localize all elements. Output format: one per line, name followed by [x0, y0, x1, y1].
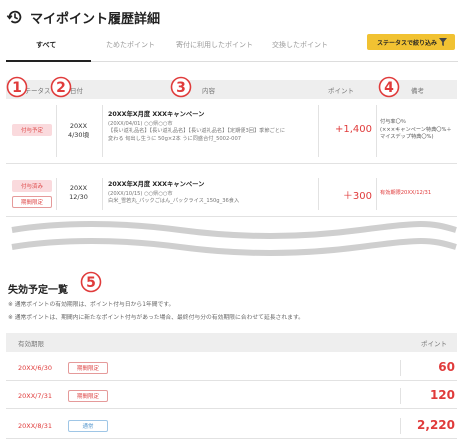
type-badge: 通常: [68, 420, 108, 432]
filter-button-label: ステータスで絞り込み: [377, 39, 438, 47]
col-exp-points: ポイント: [421, 340, 447, 348]
history-row: 付与済み 期間限定 20XX 12/30 20XX年X月度 XXXキャンペーン …: [6, 172, 457, 217]
page-title: マイポイント履歴詳細: [30, 11, 161, 27]
svg-text:1: 1: [12, 80, 22, 96]
tab-divider: [91, 61, 458, 62]
expiry-points: 60: [438, 360, 455, 374]
page-header: マイポイント履歴詳細: [6, 6, 160, 28]
row-note: 有効期限20XX/12/31: [380, 190, 432, 196]
svg-text:3: 3: [176, 80, 186, 96]
row-content: 20XX年X月度 XXXキャンペーン (20XX/10/15) ○○県○○市 白…: [108, 181, 240, 204]
col-content: 内容: [202, 87, 215, 95]
filter-icon: [439, 38, 447, 46]
status-badge: 付与済み: [12, 180, 52, 192]
limited-badge: 期間限定: [12, 196, 52, 208]
history-icon: [6, 10, 22, 24]
row-points: +1,400: [334, 124, 372, 135]
expiry-date: 20XX/8/31: [18, 422, 52, 430]
col-note: 備考: [411, 87, 424, 95]
expiration-table-header: 有効期限 ポイント: [6, 333, 457, 352]
col-points: ポイント: [328, 87, 354, 95]
tab-donated[interactable]: 寄付に利用したポイント: [176, 40, 253, 60]
tab-earned[interactable]: ためたポイント: [106, 40, 155, 60]
marker-4: 4: [378, 76, 400, 103]
row-content: 20XX年X月度 XXXキャンペーン (20XX/04/01) ○○県○○市 【…: [108, 111, 286, 142]
marker-3: 3: [170, 76, 192, 103]
expiration-note: ※ 通常ポイントの有効期限は、ポイント付与日から1年間です。: [8, 302, 175, 308]
svg-text:2: 2: [56, 80, 66, 96]
expiry-date: 20XX/7/31: [18, 392, 52, 400]
expiry-date: 20XX/6/30: [18, 364, 52, 372]
marker-1: 1: [6, 76, 28, 103]
row-date: 20XX 4/30頃: [67, 122, 90, 139]
active-tab-indicator: [6, 60, 91, 62]
expiration-note: ※ 通常ポイントは、期間内に新たなポイント付与があった場合、最終付与分の有効期限…: [8, 315, 304, 321]
col-expiry: 有効期限: [18, 340, 44, 348]
tab-exchanged[interactable]: 交換したポイント: [272, 40, 328, 60]
svg-text:4: 4: [384, 80, 394, 96]
row-points: ＋300: [342, 191, 372, 202]
expiry-points: 120: [429, 388, 455, 402]
expiration-row: 20XX/6/30 期間限定 60: [6, 356, 457, 381]
expiry-points: 2,220: [417, 418, 455, 432]
row-note: 付与率〇％ (×××キャンペーン特典〇%＋ マイスデップ特典〇%): [380, 119, 452, 140]
expiration-row: 20XX/8/31 通常 2,220: [6, 414, 457, 439]
status-badge: 付与予定: [12, 124, 52, 136]
type-badge: 期間限定: [68, 362, 108, 374]
row-date: 20XX 12/30: [69, 184, 88, 201]
tab-all[interactable]: すべて: [36, 40, 56, 60]
type-badge: 期間限定: [68, 390, 108, 402]
expiration-title: 失効予定一覧: [8, 285, 68, 296]
history-row: 付与予定 20XX 4/30頃 20XX年X月度 XXXキャンペーン (20XX…: [6, 99, 457, 164]
marker-2: 2: [50, 76, 72, 103]
status-filter-button[interactable]: ステータスで絞り込み: [367, 34, 455, 50]
expiration-row: 20XX/7/31 期間限定 120: [6, 384, 457, 409]
omission-wave: [11, 221, 457, 256]
marker-5: 5: [80, 271, 102, 298]
svg-text:5: 5: [86, 275, 96, 291]
